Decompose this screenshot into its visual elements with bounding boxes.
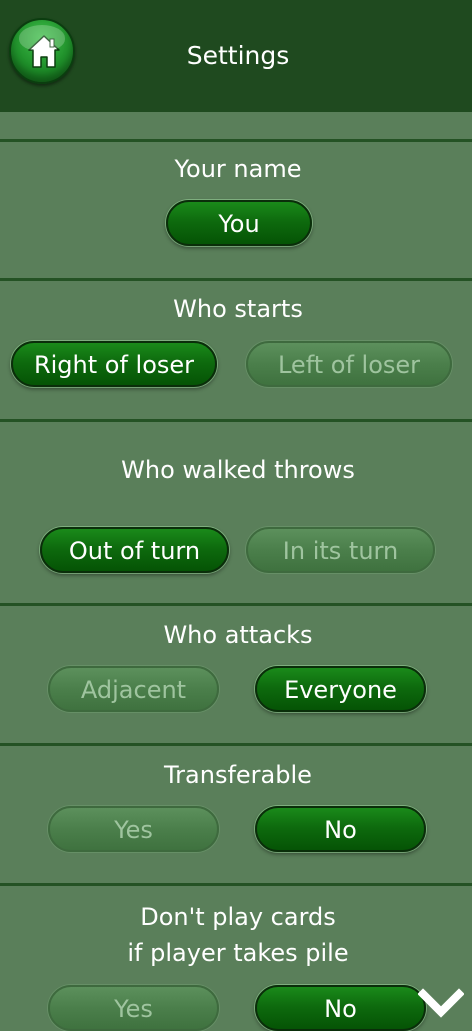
divider [0, 883, 472, 886]
right-of-loser-button[interactable]: Right of loser [11, 341, 217, 387]
divider [0, 278, 472, 281]
dont-play-yes-button[interactable]: Yes [48, 985, 219, 1031]
transferable-title: Transferable [164, 761, 312, 789]
your-name-title: Your name [174, 155, 302, 183]
transferable-yes-button[interactable]: Yes [48, 806, 219, 852]
dont-play-cards-title: Don't play cards [140, 903, 336, 931]
divider [0, 743, 472, 746]
chevron-down-icon[interactable] [418, 988, 464, 1020]
page-title: Settings [186, 41, 290, 70]
out-of-turn-button[interactable]: Out of turn [40, 527, 229, 573]
divider [0, 419, 472, 422]
top-bar: Settings [0, 0, 472, 112]
who-attacks-title: Who attacks [163, 621, 313, 649]
who-walked-throws-title: Who walked throws [121, 456, 355, 484]
dont-play-no-button[interactable]: No [255, 985, 426, 1031]
divider [0, 603, 472, 606]
left-of-loser-button[interactable]: Left of loser [246, 341, 452, 387]
adjacent-button[interactable]: Adjacent [48, 666, 219, 712]
dont-play-cards-subtitle: if player takes pile [127, 939, 349, 967]
in-its-turn-button[interactable]: In its turn [246, 527, 435, 573]
name-input-button[interactable]: You [166, 200, 312, 246]
transferable-no-button[interactable]: No [255, 806, 426, 852]
everyone-button[interactable]: Everyone [255, 666, 426, 712]
divider [0, 139, 472, 142]
who-starts-title: Who starts [173, 295, 303, 323]
